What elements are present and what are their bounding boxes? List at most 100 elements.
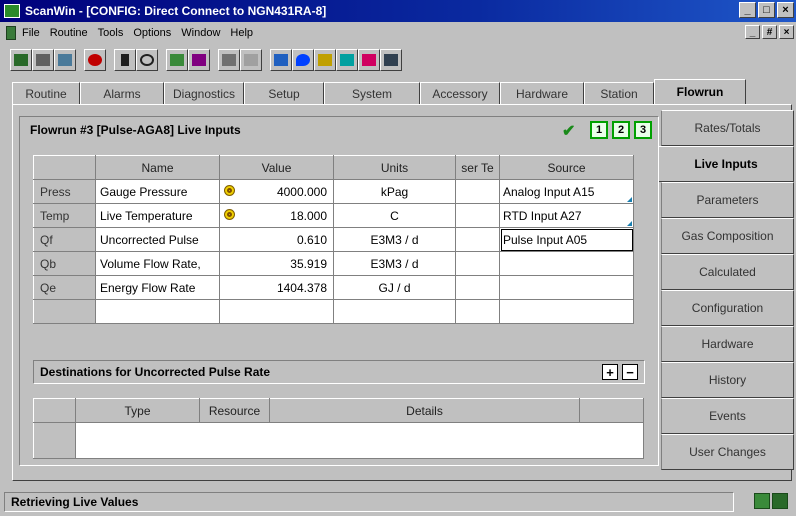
empty-cell[interactable]: [75, 422, 644, 459]
row-user[interactable]: [455, 275, 500, 300]
row-value[interactable]: 0.610: [219, 227, 334, 252]
column-header[interactable]: ser Te: [455, 155, 500, 180]
table-row[interactable]: Qf Uncorrected Pulse 0.610 E3M3 / d Puls…: [33, 227, 634, 252]
column-header[interactable]: Details: [269, 398, 580, 423]
tab-hardware[interactable]: Hardware: [500, 82, 584, 104]
empty-cell[interactable]: [499, 299, 634, 324]
row-units[interactable]: kPag: [333, 179, 456, 204]
table-row-empty[interactable]: [33, 422, 644, 459]
notes-icon[interactable]: [240, 49, 262, 71]
row-name[interactable]: Energy Flow Rate: [95, 275, 220, 300]
mdi-close-button[interactable]: ×: [779, 25, 794, 39]
column-header[interactable]: Value: [219, 155, 334, 180]
row-name[interactable]: Volume Flow Rate,: [95, 251, 220, 276]
row-source[interactable]: [499, 275, 634, 300]
row-user[interactable]: [455, 251, 500, 276]
table-row[interactable]: Temp Live Temperature 18.000 C RTD Input…: [33, 203, 634, 228]
trend-icon[interactable]: [166, 49, 188, 71]
row-value[interactable]: 18.000: [219, 203, 334, 228]
water-icon[interactable]: [292, 49, 314, 71]
column-header[interactable]: Units: [333, 155, 456, 180]
empty-cell[interactable]: [95, 299, 220, 324]
tab-routine[interactable]: Routine: [12, 82, 80, 104]
tab-diagnostics[interactable]: Diagnostics: [164, 82, 244, 104]
row-code[interactable]: Temp: [33, 203, 96, 228]
maximize-button[interactable]: □: [758, 2, 775, 18]
side-tab-parameters[interactable]: Parameters: [661, 182, 794, 218]
minimize-button[interactable]: _: [739, 2, 756, 18]
column-header[interactable]: Name: [95, 155, 220, 180]
row-units[interactable]: E3M3 / d: [333, 227, 456, 252]
meter-icon[interactable]: [314, 49, 336, 71]
chart-icon[interactable]: [188, 49, 210, 71]
print-icon[interactable]: [32, 49, 54, 71]
row-value[interactable]: 1404.378: [219, 275, 334, 300]
table-row[interactable]: Qb Volume Flow Rate, 35.919 E3M3 / d: [33, 251, 634, 276]
mdi-restore-button[interactable]: #: [762, 25, 777, 39]
row-source-selected[interactable]: Pulse Input A05: [499, 227, 634, 252]
row-source[interactable]: [499, 251, 634, 276]
row-user[interactable]: [455, 203, 500, 228]
row-header[interactable]: [33, 422, 76, 459]
row-units[interactable]: E3M3 / d: [333, 251, 456, 276]
side-tab-user-changes[interactable]: User Changes: [661, 434, 794, 470]
tab-setup[interactable]: Setup: [244, 82, 324, 104]
table-row[interactable]: Qe Energy Flow Rate 1404.378 GJ / d: [33, 275, 634, 300]
tab-system[interactable]: System: [324, 82, 420, 104]
stop-icon[interactable]: [84, 49, 106, 71]
preview-icon[interactable]: [54, 49, 76, 71]
column-header[interactable]: Resource: [199, 398, 270, 423]
run-1-button[interactable]: 1: [590, 121, 608, 139]
connect-icon[interactable]: [10, 49, 32, 71]
tab-station[interactable]: Station: [584, 82, 654, 104]
empty-cell[interactable]: [219, 299, 334, 324]
mdi-minimize-button[interactable]: _: [745, 25, 760, 39]
row-source[interactable]: RTD Input A27: [499, 203, 634, 228]
display-icon[interactable]: [380, 49, 402, 71]
table-row[interactable]: Press Gauge Pressure 4000.000 kPag Analo…: [33, 179, 634, 204]
menu-file[interactable]: File: [22, 27, 40, 39]
row-name[interactable]: Gauge Pressure: [95, 179, 220, 204]
side-tab-calculated[interactable]: Calculated: [661, 254, 794, 290]
menu-options[interactable]: Options: [133, 27, 171, 39]
row-user[interactable]: [455, 227, 500, 252]
remove-destination-button[interactable]: −: [622, 364, 638, 380]
side-tab-gas-composition[interactable]: Gas Composition: [661, 218, 794, 254]
run-3-button[interactable]: 3: [634, 121, 652, 139]
row-units[interactable]: GJ / d: [333, 275, 456, 300]
run-2-button[interactable]: 2: [612, 121, 630, 139]
row-user[interactable]: [455, 179, 500, 204]
empty-cell[interactable]: [333, 299, 456, 324]
lock-icon[interactable]: [336, 49, 358, 71]
row-code[interactable]: Qe: [33, 275, 96, 300]
network-icon[interactable]: [270, 49, 292, 71]
row-value[interactable]: 4000.000: [219, 179, 334, 204]
row-name[interactable]: Live Temperature: [95, 203, 220, 228]
column-header[interactable]: Source: [499, 155, 634, 180]
row-value[interactable]: 35.919: [219, 251, 334, 276]
close-button[interactable]: ×: [777, 2, 794, 18]
row-units[interactable]: C: [333, 203, 456, 228]
document-icon[interactable]: [6, 26, 16, 40]
tab-alarms[interactable]: Alarms: [80, 82, 164, 104]
side-tab-live-inputs[interactable]: Live Inputs: [659, 146, 794, 182]
menu-tools[interactable]: Tools: [98, 27, 124, 39]
menu-routine[interactable]: Routine: [50, 27, 88, 39]
side-tab-hardware[interactable]: Hardware: [661, 326, 794, 362]
add-destination-button[interactable]: +: [602, 364, 618, 380]
column-header[interactable]: Type: [75, 398, 200, 423]
row-code[interactable]: Press: [33, 179, 96, 204]
menu-window[interactable]: Window: [181, 27, 220, 39]
menu-help[interactable]: Help: [230, 27, 253, 39]
row-name[interactable]: Uncorrected Pulse: [95, 227, 220, 252]
table-row-empty[interactable]: [33, 299, 634, 324]
tab-flowrun[interactable]: Flowrun: [654, 79, 746, 104]
side-tab-events[interactable]: Events: [661, 398, 794, 434]
pointer-icon[interactable]: [114, 49, 136, 71]
zoom-icon[interactable]: [136, 49, 158, 71]
calc-icon[interactable]: [218, 49, 240, 71]
row-source[interactable]: Analog Input A15: [499, 179, 634, 204]
row-code[interactable]: Qf: [33, 227, 96, 252]
row-code[interactable]: Qb: [33, 251, 96, 276]
side-tab-configuration[interactable]: Configuration: [661, 290, 794, 326]
